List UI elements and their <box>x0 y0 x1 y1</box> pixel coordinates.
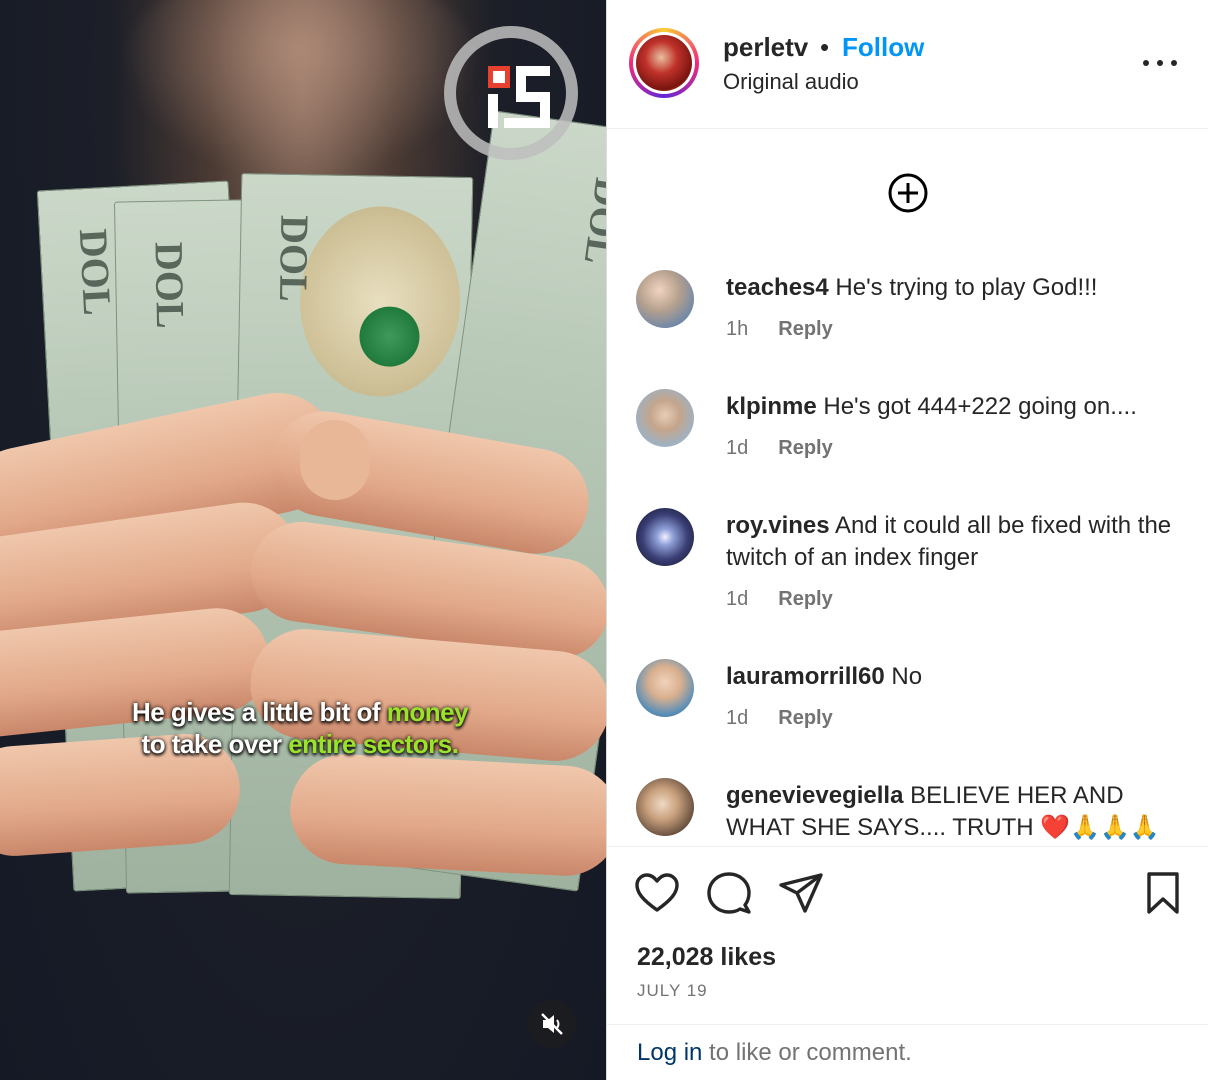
bookmark-icon[interactable] <box>1139 869 1187 917</box>
commenter-username[interactable]: klpinme <box>726 393 817 420</box>
comment-body: genevievegiella BELIEVE HER AND WHAT SHE… <box>726 780 1186 845</box>
post-video[interactable]: DOL DOL DOL DOL He gives a little bit of… <box>0 0 606 1080</box>
reply-button[interactable]: Reply <box>778 707 832 729</box>
login-link[interactable]: Log in <box>637 1039 702 1066</box>
more-options-icon[interactable] <box>1143 48 1177 78</box>
share-icon[interactable] <box>777 869 825 917</box>
commenter-avatar[interactable] <box>636 389 694 447</box>
caption-text: He gives a little bit of <box>131 697 387 727</box>
comment-time: 1d <box>726 707 749 729</box>
comment-body: klpinme He's got 444+222 going on.... <box>726 391 1186 423</box>
video-hand <box>287 751 606 879</box>
video-thumb <box>300 420 370 500</box>
commenter-username[interactable]: genevievegiella <box>726 782 903 809</box>
commenter-username[interactable]: roy.vines <box>726 512 830 539</box>
comment-meta: 1d Reply <box>726 437 833 460</box>
comment-text: No <box>891 663 923 690</box>
bill-text: DOL <box>575 175 606 268</box>
video-background <box>120 0 480 180</box>
post-date[interactable]: JULY 19 <box>637 981 708 1001</box>
reply-button[interactable]: Reply <box>778 437 832 459</box>
commenter-username[interactable]: lauramorrill60 <box>726 663 885 690</box>
commenter-avatar[interactable] <box>636 508 694 566</box>
bill-text: DOL <box>270 214 318 303</box>
comment-time: 1d <box>726 588 749 610</box>
post-side-panel: perletv • Follow Original audio teaches4… <box>606 0 1208 1080</box>
mute-icon <box>541 1013 563 1035</box>
bill-portrait <box>298 205 462 398</box>
bill-text: DOL <box>146 241 194 329</box>
separator-dot: • <box>820 32 830 62</box>
follow-button[interactable]: Follow <box>842 32 924 63</box>
comment-meta: 1d Reply <box>726 707 833 730</box>
commenter-avatar[interactable] <box>636 659 694 717</box>
post-actions: 22,028 likes JULY 19 <box>607 846 1208 1025</box>
comment-meta: 1d Reply <box>726 588 833 611</box>
comment-body: lauramorrill60 No <box>726 661 1186 693</box>
comment-meta: 1h Reply <box>726 318 833 341</box>
bill-text: DOL <box>70 227 121 317</box>
reply-button[interactable]: Reply <box>778 588 832 610</box>
add-comment-icon[interactable] <box>886 171 930 215</box>
mute-button[interactable] <box>528 1000 576 1048</box>
comment-icon[interactable] <box>705 869 753 917</box>
author-avatar[interactable] <box>629 28 699 98</box>
comment-time: 1d <box>726 437 749 459</box>
video-caption: He gives a little bit of money to take o… <box>60 696 540 760</box>
caption-highlight: money <box>386 697 469 727</box>
caption-highlight: entire sectors. <box>288 729 459 759</box>
comment-time: 1h <box>726 318 749 340</box>
comment-body: teaches4 He's trying to play God!!! <box>726 272 1186 304</box>
post-header: perletv • Follow Original audio <box>607 0 1208 129</box>
channel-logo-icon <box>444 26 578 160</box>
comment-body: roy.vines And it could all be fixed with… <box>726 510 1186 574</box>
author-username[interactable]: perletv <box>723 32 808 63</box>
comment-text: He's got 444+222 going on.... <box>823 393 1137 420</box>
commenter-avatar[interactable] <box>636 778 694 836</box>
comment-text: He's trying to play God!!! <box>835 274 1098 301</box>
login-prompt: Log in to like or comment. <box>607 1024 1208 1081</box>
commenter-avatar[interactable] <box>636 270 694 328</box>
likes-count[interactable]: 22,028 likes <box>637 943 776 972</box>
login-prompt-text: to like or comment. <box>702 1039 912 1066</box>
commenter-username[interactable]: teaches4 <box>726 274 829 301</box>
audio-label[interactable]: Original audio <box>723 69 859 95</box>
reply-button[interactable]: Reply <box>778 318 832 340</box>
caption-text: to take over <box>141 729 289 759</box>
comments-list[interactable]: teaches4 He's trying to play God!!! 1h Re… <box>607 129 1208 845</box>
heart-icon[interactable] <box>633 869 681 917</box>
